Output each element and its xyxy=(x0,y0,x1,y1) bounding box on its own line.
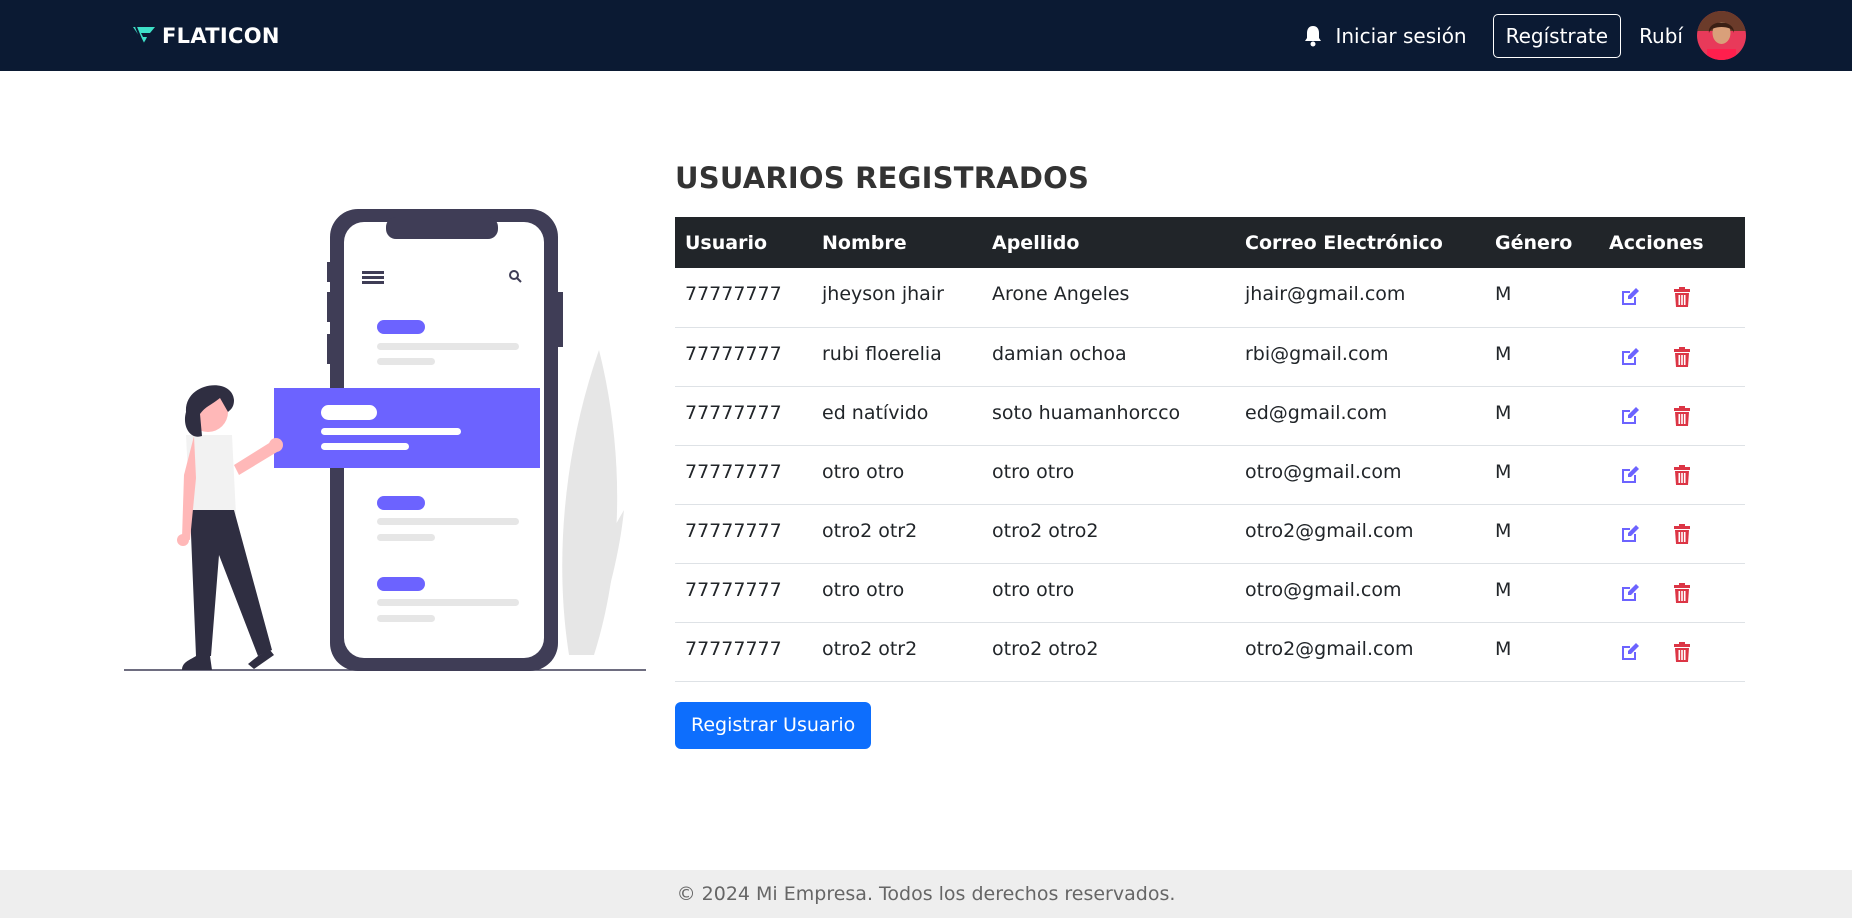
row-actions xyxy=(1609,343,1735,368)
table-row: 77777777 otro otro otro otro otro@gmail.com… xyxy=(675,563,1745,622)
cell-apellido: soto huamanhorcco xyxy=(992,401,1181,424)
trash-icon[interactable] xyxy=(1671,641,1693,663)
cell-acciones xyxy=(1599,622,1745,681)
users-table: Usuario Nombre Apellido Correo Electróni… xyxy=(675,217,1745,682)
cell-nombre: otro2 otr2 xyxy=(822,519,918,542)
trash-icon[interactable] xyxy=(1671,286,1693,308)
cell-correo: otro2@gmail.com xyxy=(1245,519,1414,542)
row-actions xyxy=(1609,283,1735,308)
column-header-genero: Género xyxy=(1495,231,1573,254)
cell-correo: ed@gmail.com xyxy=(1245,401,1388,424)
main-content: USUARIOS REGISTRADOS Usuario Nombre Apel… xyxy=(675,160,1745,749)
login-link[interactable]: Iniciar sesión xyxy=(1335,24,1466,48)
cell-acciones xyxy=(1599,268,1745,327)
trash-icon[interactable] xyxy=(1671,582,1693,604)
cell-nombre: otro otro xyxy=(822,578,905,601)
row-actions xyxy=(1609,638,1735,663)
cell-usuario: 77777777 xyxy=(685,283,782,305)
cell-usuario: 77777777 xyxy=(685,578,782,601)
cell-usuario: 77777777 xyxy=(685,519,782,542)
cell-acciones xyxy=(1599,386,1745,445)
avatar[interactable] xyxy=(1697,11,1746,60)
cell-genero: M xyxy=(1495,460,1512,483)
row-actions xyxy=(1609,520,1735,545)
cell-acciones xyxy=(1599,563,1745,622)
top-navbar: FLATICON Iniciar sesión Regístrate Rubí xyxy=(0,0,1852,71)
cell-genero: M xyxy=(1495,578,1512,601)
cell-nombre: jheyson jhair xyxy=(822,283,944,305)
edit-icon[interactable] xyxy=(1619,464,1641,486)
register-button[interactable]: Regístrate xyxy=(1492,13,1622,58)
cell-genero: M xyxy=(1495,401,1512,424)
cell-correo: jhair@gmail.com xyxy=(1245,283,1406,305)
column-header-nombre: Nombre xyxy=(822,231,907,254)
cell-genero: M xyxy=(1495,283,1512,305)
table-row: 77777777 otro2 otr2 otro2 otro2 otro2@gmail… xyxy=(675,504,1745,563)
trash-icon[interactable] xyxy=(1671,405,1693,427)
cell-apellido: otro otro xyxy=(992,460,1075,483)
cell-genero: M xyxy=(1495,637,1512,660)
table-row: 77777777 jheyson jhair Arone Angeles jhair@… xyxy=(675,268,1745,327)
footer: © 2024 Mi Empresa. Todos los derechos re… xyxy=(0,870,1852,918)
edit-icon[interactable] xyxy=(1619,286,1641,308)
avatar-image xyxy=(1697,11,1746,60)
row-actions xyxy=(1609,579,1735,604)
cell-usuario: 77777777 xyxy=(685,460,782,483)
bell-icon[interactable] xyxy=(1303,25,1323,47)
hero-illustration xyxy=(124,200,646,675)
cell-apellido: otro2 otro2 xyxy=(992,519,1099,542)
cell-apellido: Arone Angeles xyxy=(992,283,1130,305)
trash-icon[interactable] xyxy=(1671,464,1693,486)
footer-text: © 2024 Mi Empresa. Todos los derechos re… xyxy=(676,883,1176,905)
trash-icon[interactable] xyxy=(1671,523,1693,545)
cell-apellido: damian ochoa xyxy=(992,342,1127,365)
page-title: USUARIOS REGISTRADOS xyxy=(675,161,1090,195)
cell-correo: otro@gmail.com xyxy=(1245,578,1402,601)
table-row: 77777777 otro otro otro otro otro@gmail.com… xyxy=(675,445,1745,504)
row-actions xyxy=(1609,402,1735,427)
cell-correo: otro2@gmail.com xyxy=(1245,637,1414,660)
column-header-acciones: Acciones xyxy=(1609,231,1704,254)
user-name[interactable]: Rubí xyxy=(1639,24,1683,48)
cell-acciones xyxy=(1599,504,1745,563)
table-row: 77777777 rubi floerelia damian ochoa rbi@gm… xyxy=(675,327,1745,386)
cell-apellido: otro2 otro2 xyxy=(992,637,1099,660)
edit-icon[interactable] xyxy=(1619,641,1641,663)
cell-nombre: otro otro xyxy=(822,460,905,483)
edit-icon[interactable] xyxy=(1619,405,1641,427)
column-header-correo: Correo Electrónico xyxy=(1245,231,1443,254)
brand-name: FLATICON xyxy=(162,24,280,48)
nav-right: Iniciar sesión Regístrate Rubí xyxy=(1303,11,1746,60)
column-header-usuario: Usuario xyxy=(685,231,768,254)
row-actions xyxy=(1609,461,1735,486)
edit-icon[interactable] xyxy=(1619,582,1641,604)
cell-nombre: rubi floerelia xyxy=(822,342,942,365)
trash-icon[interactable] xyxy=(1671,346,1693,368)
cell-usuario: 77777777 xyxy=(685,401,782,424)
cell-genero: M xyxy=(1495,342,1512,365)
table-row: 77777777 ed natívido soto huamanhorcco ed@g… xyxy=(675,386,1745,445)
edit-icon[interactable] xyxy=(1619,346,1641,368)
table-row: 77777777 otro2 otr2 otro2 otro2 otro2@gmail… xyxy=(675,622,1745,681)
cell-correo: otro@gmail.com xyxy=(1245,460,1402,483)
cell-apellido: otro otro xyxy=(992,578,1075,601)
register-user-button[interactable]: Registrar Usuario xyxy=(675,701,872,749)
table-header-row: Usuario Nombre Apellido Correo Electróni… xyxy=(675,217,1745,268)
cell-usuario: 77777777 xyxy=(685,637,782,660)
column-header-apellido: Apellido xyxy=(992,231,1080,254)
cell-acciones xyxy=(1599,327,1745,386)
cell-correo: rbi@gmail.com xyxy=(1245,342,1389,365)
cell-nombre: ed natívido xyxy=(822,401,929,424)
brand[interactable]: FLATICON xyxy=(132,24,280,48)
flaticon-logo-icon xyxy=(133,26,155,47)
cell-acciones xyxy=(1599,445,1745,504)
edit-icon[interactable] xyxy=(1619,523,1641,545)
cell-genero: M xyxy=(1495,519,1512,542)
cell-usuario: 77777777 xyxy=(685,342,782,365)
cell-nombre: otro2 otr2 xyxy=(822,637,918,660)
